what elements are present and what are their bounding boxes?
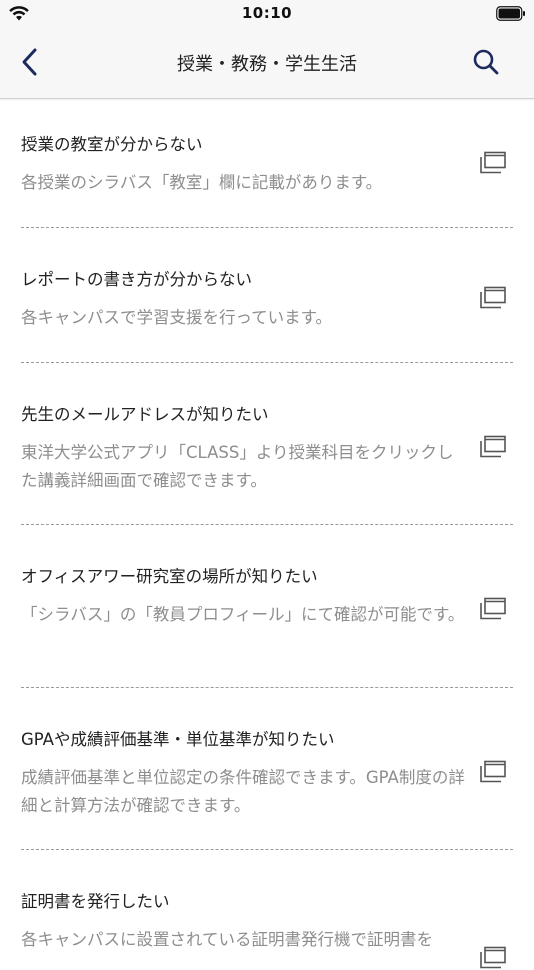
faq-question: レポートの書き方が分からない: [21, 270, 252, 289]
open-window-icon: [480, 597, 506, 620]
list-item[interactable]: レポートの書き方が分からない 各キャンパスで学習支援を行っています。: [21, 228, 513, 363]
faq-question: 授業の教室が分からない: [21, 135, 203, 154]
search-icon: [473, 49, 499, 75]
battery-icon: [496, 6, 525, 21]
navigation-bar: 授業・教務・学生生活: [0, 28, 534, 99]
faq-answer: 各キャンパスで学習支援を行っています。: [21, 308, 333, 327]
faq-answer: 「シラバス」の「教員プロフィール」にて確認が可能です。: [21, 605, 465, 624]
list-item[interactable]: 先生のメールアドレスが知りたい 東洋大学公式アプリ「CLASS」より授業科目をク…: [21, 363, 513, 525]
faq-list: 授業の教室が分からない 各授業のシラバス「教室」欄に記載があります。 レポートの…: [0, 99, 534, 970]
faq-answer: 各授業のシラバス「教室」欄に記載があります。: [21, 173, 383, 192]
faq-answer: 東洋大学公式アプリ「CLASS」より授業科目をクリックした講義詳細画面で確認でき…: [21, 443, 454, 490]
open-window-icon: [480, 151, 506, 174]
faq-answer: 成績評価基準と単位認定の条件確認できます。GPA制度の詳細と計算方法が確認できま…: [21, 768, 465, 815]
list-item[interactable]: オフィスアワー研究室の場所が知りたい 「シラバス」の「教員プロフィール」にて確認…: [21, 525, 513, 688]
faq-question: 証明書を発行したい: [21, 892, 170, 911]
open-window-icon: [480, 435, 506, 458]
status-bar: 10:10: [0, 0, 534, 28]
back-button[interactable]: [10, 42, 50, 82]
open-window-icon: [480, 286, 506, 309]
faq-question: オフィスアワー研究室の場所が知りたい: [21, 567, 318, 586]
chevron-left-icon: [22, 48, 37, 76]
open-window-icon: [480, 760, 506, 783]
search-button[interactable]: [466, 42, 506, 82]
page-title: 授業・教務・学生生活: [177, 54, 357, 75]
faq-question: 先生のメールアドレスが知りたい: [21, 405, 269, 424]
list-item[interactable]: 授業の教室が分からない 各授業のシラバス「教室」欄に記載があります。: [21, 99, 513, 228]
list-item[interactable]: GPAや成績評価基準・単位基準が知りたい 成績評価基準と単位認定の条件確認できま…: [21, 688, 513, 850]
faq-question: GPAや成績評価基準・単位基準が知りたい: [21, 730, 335, 749]
list-item[interactable]: 証明書を発行したい 各キャンパスに設置されている証明書発行機で証明書を: [21, 850, 513, 970]
status-time: 10:10: [241, 4, 293, 22]
